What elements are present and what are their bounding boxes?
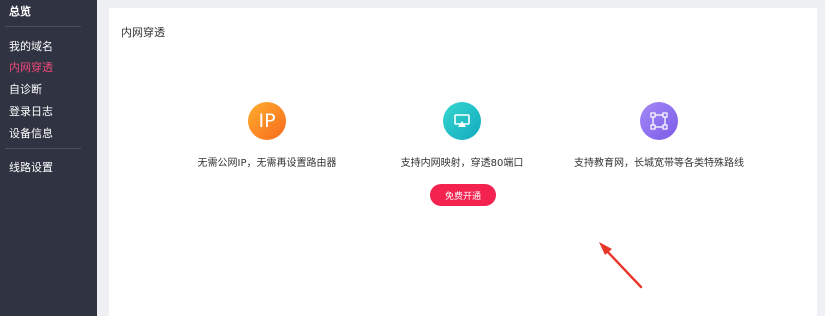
feature-no-public-ip: IP 无需公网IP，无需再设置路由器 [157, 102, 377, 169]
sidebar-item-device-info[interactable]: 设备信息 [9, 125, 53, 141]
page-title: 内网穿透 [121, 26, 165, 39]
screen-cast-icon [443, 102, 481, 140]
sidebar-item-my-domains[interactable]: 我的域名 [9, 38, 53, 54]
feature-text: 支持内网映射，穿透80端口 [400, 158, 524, 169]
sidebar-item-line-settings[interactable]: 线路设置 [9, 159, 53, 175]
sidebar-item-intranet-penetration[interactable]: 内网穿透 [9, 59, 53, 75]
sidebar: 总览 我的域名 内网穿透 自诊断 登录日志 设备信息 线路设置 [0, 0, 97, 316]
sidebar-item-overview[interactable]: 总览 [9, 3, 31, 19]
main-panel: 内网穿透 IP 无需公网IP，无需再设置路由器 支持内网映射，穿透80端口 支持… [109, 8, 817, 316]
red-arrow-annotation [599, 242, 643, 289]
ip-icon-text: IP [258, 110, 276, 132]
feature-text: 支持教育网，长城宽带等各类特殊路线 [574, 158, 744, 169]
bounding-box-icon [640, 102, 678, 140]
ip-icon: IP [248, 102, 286, 140]
sidebar-item-self-diagnosis[interactable]: 自诊断 [9, 81, 42, 97]
feature-text: 无需公网IP，无需再设置路由器 [197, 158, 337, 169]
free-activate-button[interactable]: 免费开通 [430, 184, 496, 206]
sidebar-divider [5, 148, 81, 149]
feature-education-network: 支持教育网，长城宽带等各类特殊路线 [549, 102, 769, 169]
sidebar-item-login-log[interactable]: 登录日志 [9, 103, 53, 119]
feature-port-mapping: 支持内网映射，穿透80端口 [352, 102, 572, 169]
sidebar-divider [5, 26, 81, 27]
